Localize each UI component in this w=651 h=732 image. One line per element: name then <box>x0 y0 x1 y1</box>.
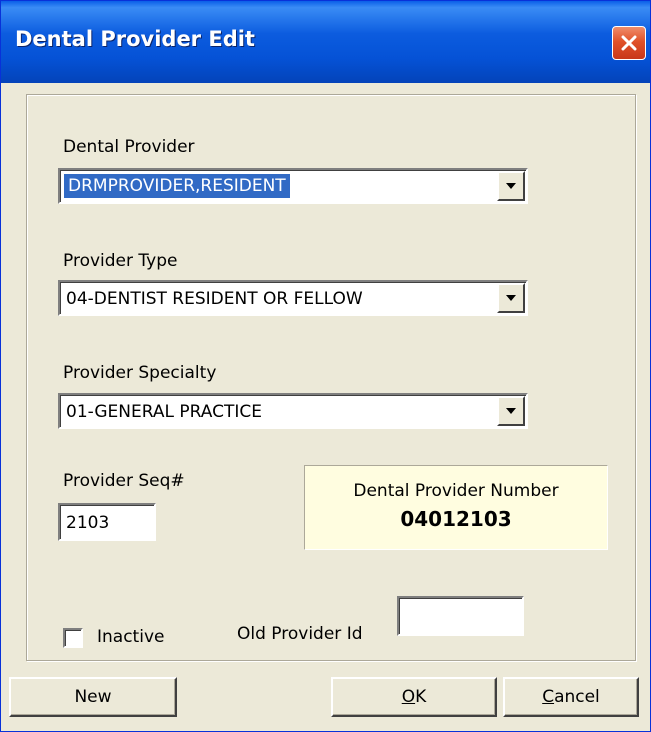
chevron-down-icon <box>506 295 516 301</box>
cancel-label-rest: ancel <box>554 687 600 707</box>
provider-specialty-label: Provider Specialty <box>63 363 217 383</box>
provider-specialty-dropdown-button[interactable] <box>497 396 525 426</box>
inactive-checkbox[interactable] <box>63 628 83 648</box>
close-button[interactable] <box>612 26 646 60</box>
old-provider-id-input[interactable] <box>397 596 524 636</box>
ok-mnemonic: O <box>401 687 416 707</box>
provider-specialty-select[interactable]: 01-GENERAL PRACTICE <box>58 393 528 429</box>
dental-provider-value: DRMPROVIDER,RESIDENT <box>64 174 290 198</box>
dialog-window: Dental Provider Edit Dental Provider DRM… <box>0 0 651 732</box>
provider-specialty-value: 01-GENERAL PRACTICE <box>66 402 262 422</box>
ok-label-rest: K <box>415 687 427 707</box>
provider-number-label: Dental Provider Number <box>353 481 559 501</box>
provider-seq-label: Provider Seq# <box>63 471 185 491</box>
provider-type-value: 04-DENTIST RESIDENT OR FELLOW <box>66 289 363 309</box>
dental-provider-label: Dental Provider <box>63 137 195 157</box>
provider-type-select[interactable]: 04-DENTIST RESIDENT OR FELLOW <box>58 280 528 316</box>
chevron-down-icon <box>506 408 516 414</box>
title-bar[interactable]: Dental Provider Edit <box>1 1 650 83</box>
dental-provider-select[interactable]: DRMPROVIDER,RESIDENT <box>58 168 528 204</box>
cancel-mnemonic: C <box>542 687 555 707</box>
chevron-down-icon <box>506 183 516 189</box>
provider-seq-input[interactable]: 2103 <box>58 503 156 541</box>
provider-type-dropdown-button[interactable] <box>497 283 525 313</box>
inactive-label[interactable]: Inactive <box>97 627 164 647</box>
window-title: Dental Provider Edit <box>15 27 255 51</box>
provider-type-label: Provider Type <box>63 251 178 271</box>
old-provider-id-label: Old Provider Id <box>237 624 363 644</box>
provider-number-panel: Dental Provider Number 04012103 <box>304 465 608 550</box>
provider-number-value: 04012103 <box>400 507 512 531</box>
dental-provider-dropdown-button[interactable] <box>497 171 525 201</box>
new-button[interactable]: New <box>9 677 177 717</box>
ok-button[interactable]: OK <box>331 677 497 717</box>
cancel-button[interactable]: Cancel <box>503 677 639 717</box>
close-icon <box>621 35 637 51</box>
